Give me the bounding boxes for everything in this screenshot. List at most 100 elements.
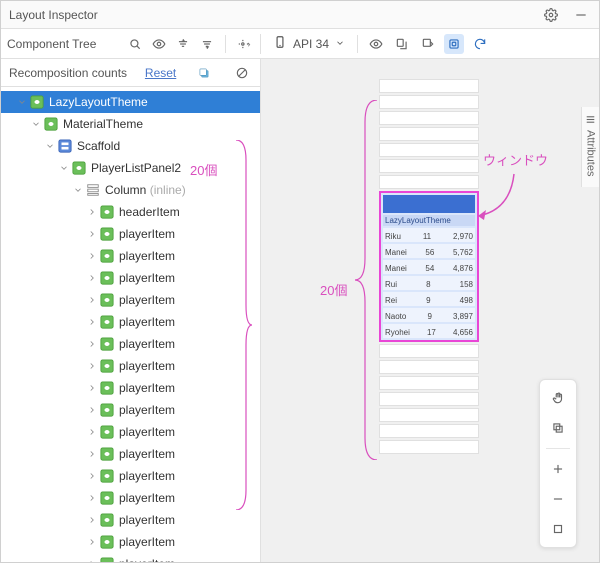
chevron-icon[interactable] — [85, 273, 99, 283]
minimize-icon[interactable] — [571, 5, 591, 25]
node-icon — [71, 160, 87, 176]
preview-row: Manei544,876 — [383, 260, 475, 274]
reset-link[interactable]: Reset — [145, 66, 176, 80]
tree-player-item[interactable]: playerItem — [1, 509, 260, 531]
node-icon — [99, 446, 115, 462]
chevron-icon[interactable] — [85, 471, 99, 481]
preview-item — [379, 143, 479, 157]
node-icon — [29, 94, 45, 110]
node-icon — [99, 468, 115, 484]
node-label: playerItem — [119, 535, 175, 549]
node-icon — [99, 556, 115, 562]
tree-player-item[interactable]: playerItem — [1, 531, 260, 553]
tree-player-item[interactable]: playerItem — [1, 421, 260, 443]
tree-player-item[interactable]: playerItem — [1, 355, 260, 377]
api-selector[interactable]: API 34 — [269, 35, 349, 52]
chevron-icon[interactable] — [85, 317, 99, 327]
chevron-icon[interactable] — [85, 207, 99, 217]
tree-root[interactable]: LazyLayoutTheme — [1, 91, 260, 113]
attributes-tab[interactable]: Attributes — [581, 107, 599, 187]
node-label: playerItem — [119, 315, 175, 329]
tree-player-item[interactable]: playerItem — [1, 333, 260, 355]
node-label: PlayerListPanel2 — [91, 161, 181, 175]
chevron-icon[interactable] — [29, 119, 43, 129]
chevron-icon[interactable] — [85, 339, 99, 349]
capture-icon[interactable] — [444, 34, 464, 54]
preview-row: Rei9498 — [383, 292, 475, 306]
zoom-out-icon[interactable] — [546, 487, 570, 511]
gear-icon[interactable] — [541, 5, 561, 25]
node-icon — [99, 270, 115, 286]
chevron-icon[interactable] — [15, 97, 29, 107]
tree-player-item[interactable]: playerItem — [1, 553, 260, 562]
node-icon — [99, 292, 115, 308]
tree-player-item[interactable]: playerItem — [1, 399, 260, 421]
chevron-icon[interactable] — [85, 229, 99, 239]
tree-player-item[interactable]: playerItem — [1, 223, 260, 245]
refresh-icon[interactable] — [470, 34, 490, 54]
zoom-fit-icon[interactable] — [546, 517, 570, 541]
node-label: playerItem — [119, 557, 175, 562]
annotation-brace-left — [232, 140, 252, 510]
node-label: headerItem — [119, 205, 180, 219]
tree-column[interactable]: Column (inline) — [1, 179, 260, 201]
chevron-icon[interactable] — [85, 295, 99, 305]
chevron-icon[interactable] — [85, 361, 99, 371]
tree-player-item[interactable]: playerItem — [1, 377, 260, 399]
chevron-icon[interactable] — [85, 515, 99, 525]
node-icon — [99, 358, 115, 374]
block-icon[interactable] — [232, 63, 252, 83]
zoom-in-icon[interactable] — [546, 457, 570, 481]
settings-dropdown-icon[interactable] — [234, 34, 254, 54]
preview-row: Rui8158 — [383, 276, 475, 290]
preview-window-label: LazyLayoutTheme — [383, 215, 475, 226]
tree-player-item[interactable]: playerItem — [1, 289, 260, 311]
layers-icon[interactable] — [546, 416, 570, 440]
tree-header-item[interactable]: headerItem — [1, 201, 260, 223]
node-label: Column — [105, 183, 146, 197]
tree-player-item[interactable]: playerItem — [1, 267, 260, 289]
node-icon — [99, 534, 115, 550]
node-icon — [99, 512, 115, 528]
tree-player-item[interactable]: playerItem — [1, 443, 260, 465]
node-icon — [99, 336, 115, 352]
chevron-icon[interactable] — [85, 427, 99, 437]
import-icon[interactable] — [418, 34, 438, 54]
tree-player-item[interactable]: playerItem — [1, 465, 260, 487]
chevron-icon[interactable] — [85, 383, 99, 393]
tree[interactable]: LazyLayoutThemeMaterialThemeScaffold Play… — [1, 87, 260, 562]
chevron-icon[interactable] — [85, 537, 99, 547]
preview-item — [379, 376, 479, 390]
pan-icon[interactable] — [546, 386, 570, 410]
copy-icon[interactable] — [194, 63, 214, 83]
node-icon — [57, 138, 73, 154]
tree-player-item[interactable]: playerItem — [1, 311, 260, 333]
chevron-icon[interactable] — [43, 141, 57, 151]
chevron-icon[interactable] — [85, 493, 99, 503]
node-inline: (inline) — [146, 183, 185, 197]
preview-stage[interactable]: LazyLayoutThemeRiku112,970Manei565,762Ma… — [261, 59, 599, 562]
chevron-icon[interactable] — [85, 449, 99, 459]
chevron-icon[interactable] — [85, 251, 99, 261]
annotation-brace-mid — [355, 100, 381, 460]
search-icon[interactable] — [125, 34, 145, 54]
preview-item — [379, 424, 479, 438]
chevron-icon[interactable] — [85, 405, 99, 415]
tree-material[interactable]: MaterialTheme — [1, 113, 260, 135]
node-icon — [85, 182, 101, 198]
export-icon[interactable] — [392, 34, 412, 54]
filter-up-icon[interactable] — [173, 34, 193, 54]
filter-down-icon[interactable] — [197, 34, 217, 54]
preview-window-title — [383, 195, 475, 213]
tree-player-item[interactable]: playerItem — [1, 487, 260, 509]
tree-panel[interactable]: PlayerListPanel2 — [1, 157, 260, 179]
chevron-icon[interactable] — [71, 185, 85, 195]
chevron-icon[interactable] — [57, 163, 71, 173]
tree-scaffold[interactable]: Scaffold — [1, 135, 260, 157]
eye-toggle-icon[interactable] — [366, 34, 386, 54]
title-bar: Layout Inspector — [1, 1, 599, 29]
eye-icon[interactable] — [149, 34, 169, 54]
preview-item — [379, 392, 479, 406]
chevron-icon[interactable] — [85, 559, 99, 562]
tree-player-item[interactable]: playerItem — [1, 245, 260, 267]
